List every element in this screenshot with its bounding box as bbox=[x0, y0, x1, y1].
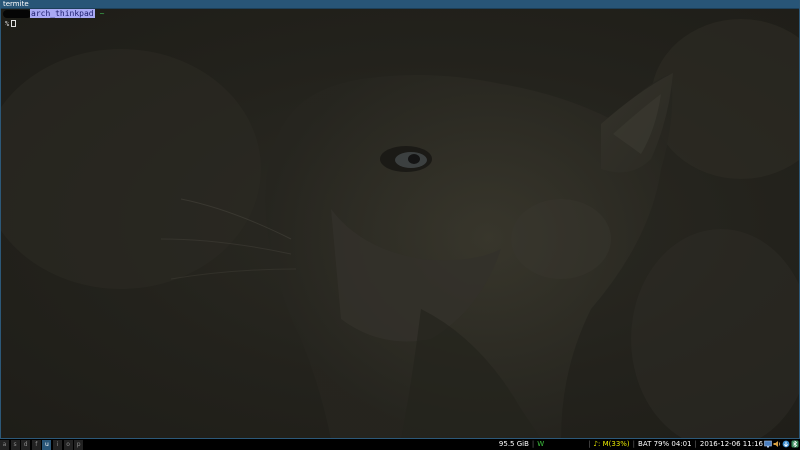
bluetooth-icon[interactable] bbox=[791, 440, 799, 448]
current-directory: ~ bbox=[99, 9, 105, 18]
workspace-buttons: asdfuiop bbox=[0, 439, 85, 450]
terminal-window[interactable]: termite arch_thinkpad ~ % bbox=[0, 0, 800, 439]
workspace-button-i[interactable]: i bbox=[52, 440, 62, 450]
separator: | bbox=[632, 440, 636, 448]
text-cursor bbox=[11, 20, 17, 27]
prompt-symbol: % bbox=[5, 20, 10, 28]
battery-status: BAT 79% 04:01 bbox=[638, 440, 692, 448]
update-icon[interactable] bbox=[782, 440, 790, 448]
i3-status-bar: asdfuiop 95.5 GiB | W | ♪: M(33%) | BAT … bbox=[0, 439, 800, 450]
status-blocks: 95.5 GiB | W | ♪: M(33%) | BAT 79% 04:01… bbox=[499, 439, 763, 450]
date-time: 2016-12-06 11:16 bbox=[699, 440, 763, 448]
workspace-button-o[interactable]: o bbox=[63, 440, 73, 450]
separator: | bbox=[694, 440, 697, 448]
wifi-status: W bbox=[537, 440, 545, 448]
system-tray bbox=[764, 440, 799, 449]
volume-icon[interactable] bbox=[773, 440, 781, 448]
separator: | bbox=[588, 440, 591, 448]
network-manager-icon[interactable] bbox=[764, 440, 772, 448]
workspace-button-f[interactable]: f bbox=[31, 440, 41, 450]
separator: | bbox=[531, 440, 535, 448]
desktop-screen: termite arch_thinkpad ~ % asdfuiop 95.5 G… bbox=[0, 0, 800, 450]
cat-wallpaper bbox=[1, 9, 799, 438]
prompt-line: arch_thinkpad ~ bbox=[3, 9, 795, 19]
hostname: arch_thinkpad bbox=[30, 9, 95, 18]
terminal-content[interactable]: arch_thinkpad ~ % bbox=[3, 9, 795, 28]
input-line[interactable]: % bbox=[5, 19, 795, 28]
disk-free: 95.5 GiB bbox=[498, 440, 529, 448]
redacted-username bbox=[3, 9, 31, 18]
workspace-button-s[interactable]: s bbox=[10, 440, 20, 450]
workspace-button-p[interactable]: p bbox=[74, 440, 84, 450]
window-titlebar[interactable]: termite bbox=[1, 0, 799, 9]
window-title: termite bbox=[3, 0, 29, 8]
volume-status: ♪: M(33%) bbox=[593, 440, 630, 448]
workspace-button-a[interactable]: a bbox=[0, 440, 9, 450]
workspace-button-d[interactable]: d bbox=[21, 440, 31, 450]
workspace-button-u[interactable]: u bbox=[42, 440, 52, 450]
